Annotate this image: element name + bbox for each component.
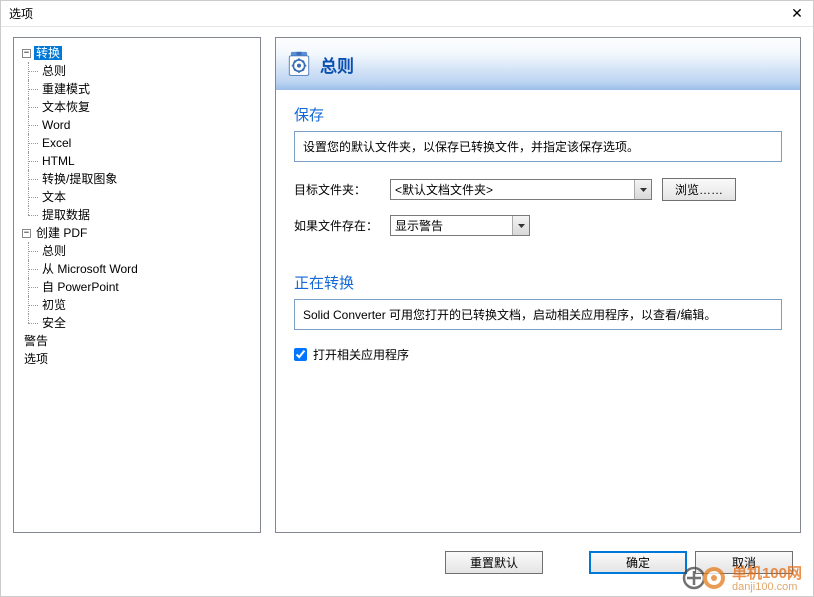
window-title: 选项 <box>9 5 33 22</box>
panel-title: 总则 <box>320 52 354 77</box>
panel-body: 保存 设置您的默认文件夹，以保存已转换文件，并指定该保存选项。 目标文件夹： <… <box>276 90 800 377</box>
target-folder-label: 目标文件夹： <box>294 181 380 198</box>
browse-button[interactable]: 浏览…… <box>662 178 736 201</box>
tree-node[interactable]: Word <box>40 118 72 132</box>
save-description: 设置您的默认文件夹，以保存已转换文件，并指定该保存选项。 <box>294 131 782 162</box>
tree-node[interactable]: 文本 <box>40 190 68 204</box>
tree-node[interactable]: 提取数据 <box>40 208 92 222</box>
reset-defaults-button[interactable]: 重置默认 <box>445 551 543 574</box>
tree-node[interactable]: 安全 <box>40 316 68 330</box>
open-app-checkbox[interactable] <box>294 348 307 361</box>
title-bar: 选项 ✕ <box>1 1 813 27</box>
close-icon[interactable]: ✕ <box>789 5 805 22</box>
expander-icon[interactable]: − <box>22 49 31 58</box>
file-exists-value: 显示警告 <box>391 217 512 234</box>
target-folder-value: <默认文档文件夹> <box>391 181 634 198</box>
tree-node-createpdf[interactable]: 创建 PDF <box>34 226 89 240</box>
options-tree: −转换 总则 重建模式 文本恢复 Word Excel HTML 转换/提取图象… <box>13 37 261 533</box>
tree-node[interactable]: 警告 <box>22 334 50 348</box>
tree-node[interactable]: 从 Microsoft Word <box>40 262 140 276</box>
tree-node[interactable]: 选项 <box>22 352 50 366</box>
target-folder-combo[interactable]: <默认文档文件夹> <box>390 179 652 200</box>
chevron-down-icon[interactable] <box>512 216 529 235</box>
group-title-save: 保存 <box>294 104 782 125</box>
tree-node[interactable]: HTML <box>40 154 77 168</box>
tree-node[interactable]: Excel <box>40 136 73 150</box>
chevron-down-icon[interactable] <box>634 180 651 199</box>
file-exists-combo[interactable]: 显示警告 <box>390 215 530 236</box>
file-exists-label: 如果文件存在： <box>294 217 380 234</box>
tree-node[interactable]: 重建模式 <box>40 82 92 96</box>
tree-node[interactable]: 总则 <box>40 244 68 258</box>
panel-header: 总则 <box>276 38 800 90</box>
group-title-converting: 正在转换 <box>294 272 782 293</box>
detail-panel: 总则 保存 设置您的默认文件夹，以保存已转换文件，并指定该保存选项。 目标文件夹… <box>275 37 801 533</box>
open-app-label: 打开相关应用程序 <box>313 346 409 363</box>
gear-icon <box>286 51 312 77</box>
tree-node[interactable]: 初览 <box>40 298 68 312</box>
convert-description: Solid Converter 可用您打开的已转换文档，启动相关应用程序，以查看… <box>294 299 782 330</box>
tree-node[interactable]: 转换/提取图象 <box>40 172 119 186</box>
dialog-footer: 重置默认 确定 取消 <box>1 541 813 584</box>
cancel-button[interactable]: 取消 <box>695 551 793 574</box>
tree-node[interactable]: 自 PowerPoint <box>40 280 121 294</box>
tree-node[interactable]: 文本恢复 <box>40 100 92 114</box>
row-file-exists: 如果文件存在： 显示警告 <box>294 215 782 236</box>
ok-button[interactable]: 确定 <box>589 551 687 574</box>
tree-node[interactable]: 总则 <box>40 64 68 78</box>
row-target-folder: 目标文件夹： <默认文档文件夹> 浏览…… <box>294 178 782 201</box>
expander-icon[interactable]: − <box>22 229 31 238</box>
open-app-checkbox-row[interactable]: 打开相关应用程序 <box>294 346 782 363</box>
tree-node-convert[interactable]: 转换 <box>34 46 62 60</box>
content-area: −转换 总则 重建模式 文本恢复 Word Excel HTML 转换/提取图象… <box>1 27 813 541</box>
